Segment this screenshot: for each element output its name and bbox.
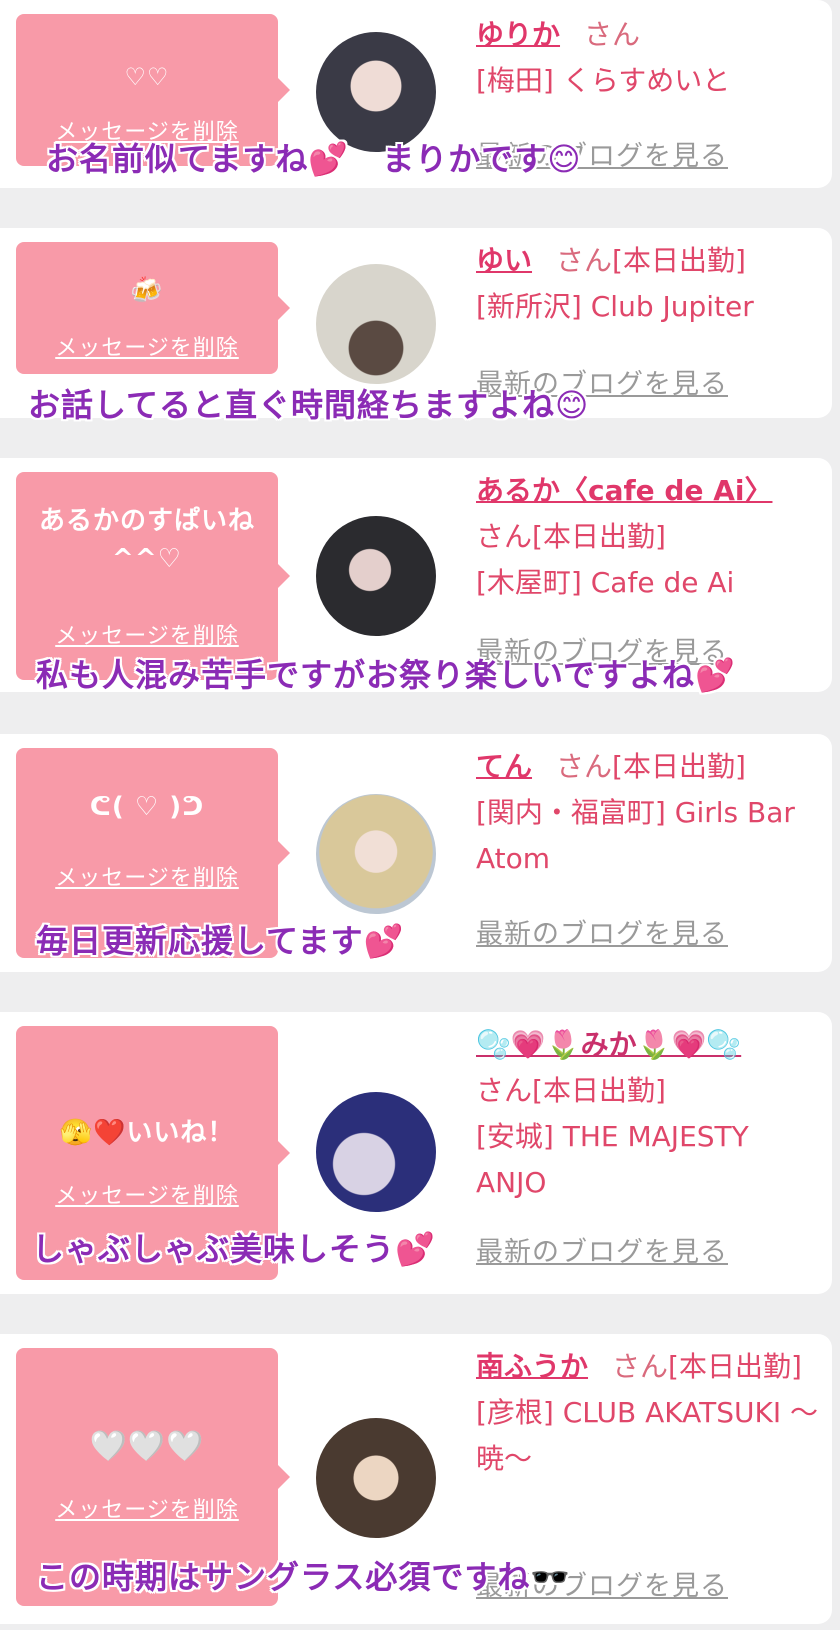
avatar[interactable] — [316, 1418, 436, 1538]
delete-message-link[interactable]: メッセージを削除 — [16, 330, 278, 362]
honorific: さん — [476, 1074, 533, 1107]
profile-name-link[interactable]: ゆりか — [476, 18, 560, 51]
message-card: 🤍🤍🤍 メッセージを削除 南ふうか さん[本日出勤] [彦根] CLUB AKAT… — [0, 1334, 832, 1624]
message-card: あるかのすぱいね ^^♡ メッセージを削除 あるか〈cafe de Ai〉 さん… — [0, 458, 832, 694]
overlay-caption: お名前似てますね💕 まりかです😊 — [46, 140, 582, 178]
profile-name-link[interactable]: ゆい — [476, 244, 532, 277]
status-badge: [本日出勤] — [532, 1074, 666, 1107]
overlay-caption: 私も人混み苦手ですがお祭り楽しいですよね💕 — [36, 656, 736, 694]
message-card: ᕦ( ♡ )ᕤ メッセージを削除 てん さん[本日出勤] [関内・福富町] Gir… — [0, 734, 832, 972]
avatar[interactable] — [316, 794, 436, 914]
profile-name-link[interactable]: 南ふうか — [476, 1350, 588, 1383]
profile-info: ゆい さん[本日出勤] [新所沢] Club Jupiter — [476, 238, 826, 330]
message-card: 🫣❤️いいね！ メッセージを削除 🫧💗🌷みか🌷💗🫧 さん[本日出勤] [安城] … — [0, 1012, 832, 1294]
profile-name-link[interactable]: 🫧💗🌷みか🌷💗🫧 — [476, 1028, 741, 1061]
overlay-caption: しゃぶしゃぶ美味しそう💕 — [32, 1230, 436, 1268]
avatar[interactable] — [316, 1092, 436, 1212]
bubble-message: 🍻 — [130, 276, 164, 306]
bubble-message: 🤍🤍🤍 — [89, 1429, 205, 1464]
message-card: ♡♡ メッセージを削除 ゆりか さん [梅田] くらすめいと 最新のブログを見る … — [0, 0, 832, 188]
honorific: さん — [612, 1350, 669, 1383]
shop-location: [梅田] くらすめいと — [476, 64, 731, 97]
honorific: さん — [584, 18, 641, 51]
profile-info: 🫧💗🌷みか🌷💗🫧 さん[本日出勤] [安城] THE MAJESTY ANJO — [476, 1022, 826, 1206]
latest-blog-link[interactable]: 最新のブログを見る — [476, 1230, 728, 1269]
profile-name-link[interactable]: あるか〈cafe de Ai〉 — [476, 474, 772, 507]
status-badge: [本日出勤] — [612, 750, 746, 783]
profile-info: 南ふうか さん[本日出勤] [彦根] CLUB AKATSUKI 〜暁〜 — [476, 1344, 826, 1482]
profile-name-link[interactable]: てん — [476, 750, 532, 783]
message-card: 🍻 メッセージを削除 ゆい さん[本日出勤] [新所沢] Club Jupiter… — [0, 228, 832, 424]
shop-location: [関内・福富町] Girls Bar Atom — [476, 796, 795, 875]
status-badge: [本日出勤] — [532, 520, 666, 553]
avatar[interactable] — [316, 516, 436, 636]
overlay-caption: 毎日更新応援してます💕 — [36, 922, 405, 960]
profile-info: あるか〈cafe de Ai〉 さん[本日出勤] [木屋町] Cafe de A… — [476, 468, 826, 606]
bubble-message: ᕦ( ♡ )ᕤ — [89, 792, 205, 822]
honorific: さん — [556, 244, 613, 277]
shop-location: [木屋町] Cafe de Ai — [476, 566, 735, 599]
shop-location: [新所沢] Club Jupiter — [476, 290, 754, 323]
overlay-caption: この時期はサングラス必須ですね🕶️ — [36, 1558, 572, 1596]
status-badge: [本日出勤] — [612, 244, 746, 277]
shop-location: [安城] THE MAJESTY ANJO — [476, 1120, 749, 1199]
profile-info: ゆりか さん [梅田] くらすめいと — [476, 12, 826, 104]
honorific: さん — [476, 520, 533, 553]
status-badge: [本日出勤] — [668, 1350, 802, 1383]
avatar[interactable] — [316, 264, 436, 384]
message-bubble: あるかのすぱいね ^^♡ メッセージを削除 — [16, 472, 290, 680]
delete-message-link[interactable]: メッセージを削除 — [16, 1492, 278, 1524]
latest-blog-link[interactable]: 最新のブログを見る — [476, 912, 728, 951]
bubble-message: ♡♡ — [124, 63, 170, 91]
profile-info: てん さん[本日出勤] [関内・福富町] Girls Bar Atom — [476, 744, 826, 882]
bubble-message: 🫣❤️いいね！ — [59, 1118, 235, 1148]
overlay-caption: お話してると直ぐ時間経ちますよね😊 — [28, 386, 590, 424]
honorific: さん — [556, 750, 613, 783]
delete-message-link[interactable]: メッセージを削除 — [16, 618, 278, 650]
delete-message-link[interactable]: メッセージを削除 — [16, 1178, 278, 1210]
bubble-message: あるかのすぱいね ^^♡ — [38, 506, 255, 574]
delete-message-link[interactable]: メッセージを削除 — [16, 860, 278, 892]
shop-location: [彦根] CLUB AKATSUKI 〜暁〜 — [476, 1396, 819, 1475]
message-bubble: 🍻 メッセージを削除 — [16, 242, 290, 374]
